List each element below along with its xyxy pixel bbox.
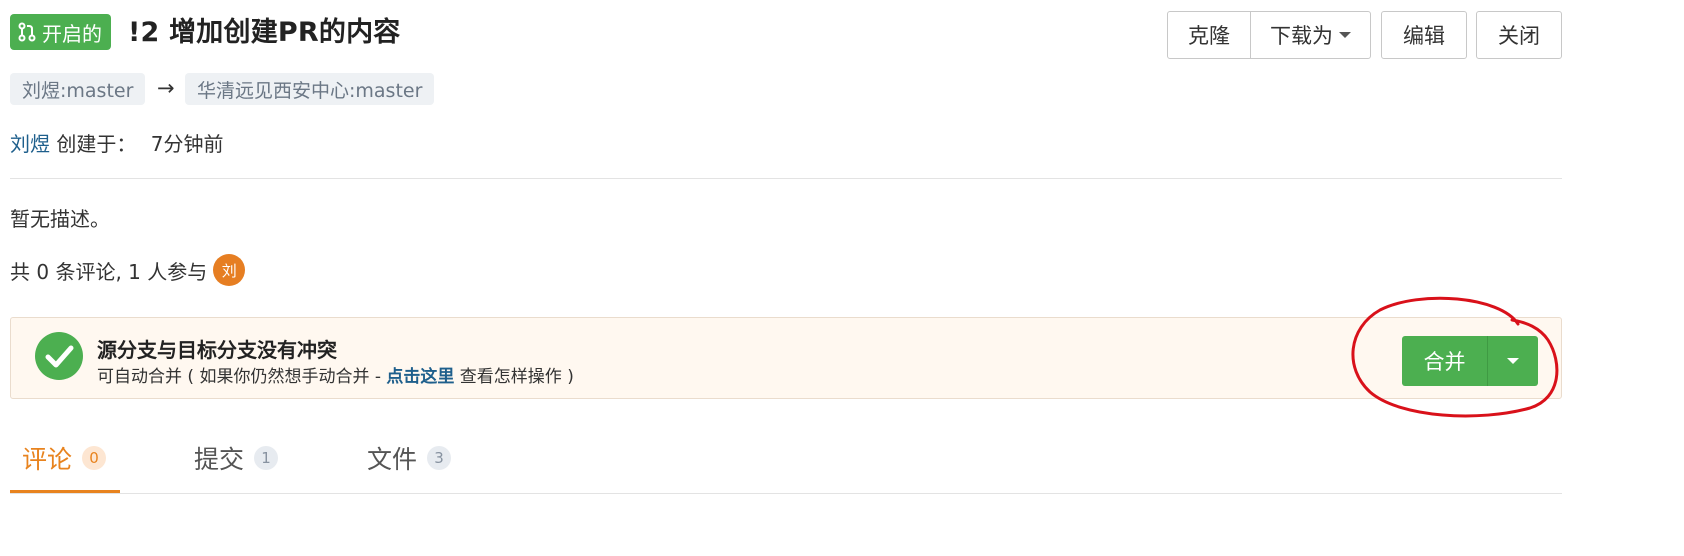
target-branch[interactable]: 华清远见西安中心:master (185, 73, 435, 105)
check-circle-icon (35, 332, 83, 380)
merge-status-panel: 源分支与目标分支没有冲突 可自动合并 ( 如果你仍然想手动合并 - 点击这里 查… (10, 317, 1562, 399)
arrow-right-icon: → (157, 76, 175, 100)
state-label: 开启的 (42, 21, 102, 46)
merge-status-title: 源分支与目标分支没有冲突 (97, 338, 337, 362)
merge-button[interactable]: 合并 (1402, 336, 1487, 386)
avatar[interactable]: 刘 (213, 254, 246, 286)
download-label: 下载为 (1270, 24, 1333, 48)
source-branch[interactable]: 刘煜:master (10, 73, 146, 105)
stats-line: 共 0 条评论, 1 人参与 刘 (10, 254, 246, 286)
tab-files-count: 3 (427, 446, 452, 470)
divider (10, 178, 1562, 179)
close-button[interactable]: 关闭 (1476, 11, 1562, 59)
edit-button[interactable]: 编辑 (1381, 11, 1467, 59)
clone-button[interactable]: 克隆 (1167, 11, 1251, 59)
tab-commits-label: 提交 (194, 445, 245, 474)
merge-status-subtitle: 可自动合并 ( 如果你仍然想手动合并 - 点击这里 查看怎样操作 ) (97, 362, 574, 387)
tab-files[interactable]: 文件 3 (367, 440, 452, 476)
created-label: 创建于： (56, 132, 137, 156)
tab-commits[interactable]: 提交 1 (194, 440, 279, 476)
tab-files-label: 文件 (367, 445, 418, 474)
tab-comments-label: 评论 (22, 445, 73, 474)
author-link[interactable]: 刘煜 (10, 132, 50, 156)
pull-request-page: 开启的 !2 增加创建PR的内容 克隆 下载为 编辑 关闭 刘煜:master … (0, 0, 1684, 556)
tab-comments-count: 0 (82, 446, 107, 470)
tabs-divider (10, 493, 1562, 494)
merge-dropdown-button[interactable] (1487, 336, 1538, 386)
manual-merge-link[interactable]: 点击这里 (386, 367, 454, 387)
pull-request-icon (18, 22, 36, 42)
merge-sub-prefix: 可自动合并 ( 如果你仍然想手动合并 - (97, 367, 387, 387)
page-title: !2 增加创建PR的内容 (128, 17, 401, 48)
merge-sub-suffix: 查看怎样操作 ) (454, 367, 574, 387)
author-line: 刘煜 创建于： 7分钟前 (10, 128, 223, 157)
state-badge: 开启的 (10, 14, 111, 50)
created-time: 7分钟前 (150, 132, 224, 156)
stats-text: 共 0 条评论, 1 人参与 (10, 259, 208, 284)
caret-down-icon (1507, 358, 1519, 364)
tab-commits-count: 1 (254, 446, 279, 470)
caret-down-icon (1339, 32, 1351, 38)
download-button[interactable]: 下载为 (1250, 11, 1371, 59)
description: 暂无描述。 (10, 207, 110, 231)
tab-comments[interactable]: 评论 0 (22, 440, 107, 476)
